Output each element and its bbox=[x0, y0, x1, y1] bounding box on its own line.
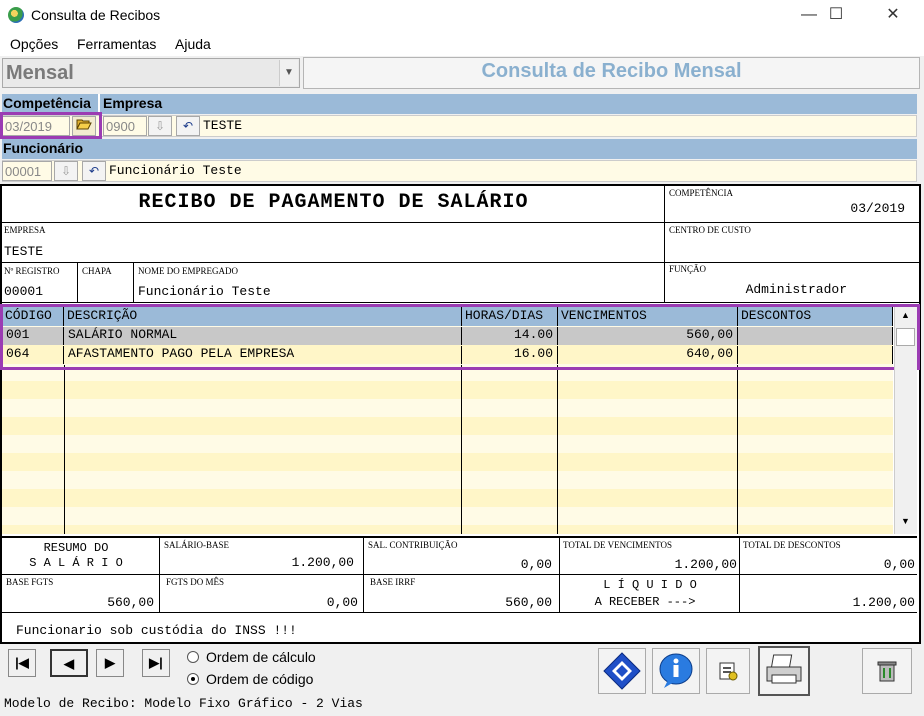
competencia-highlight bbox=[0, 112, 102, 139]
export-icon[interactable] bbox=[706, 648, 750, 694]
radio-ordem-codigo[interactable] bbox=[187, 673, 199, 685]
funcionario-header-bar bbox=[2, 139, 917, 159]
window-title: Consulta de Recibos bbox=[31, 7, 161, 23]
total-desc-value: 0,00 bbox=[883, 557, 915, 572]
total-desc-caption: TOTAL DE DESCONTOS bbox=[743, 540, 841, 550]
receipt-empresa: TESTE bbox=[4, 244, 44, 259]
undo-icon[interactable]: ↶ bbox=[82, 161, 106, 181]
receipt-message: Funcionario sob custódia do INSS !!! bbox=[16, 623, 297, 638]
menu-bar: Opções Ferramentas Ajuda bbox=[0, 32, 924, 56]
radio-ordem-calculo[interactable] bbox=[187, 651, 199, 663]
menu-ajuda[interactable]: Ajuda bbox=[175, 36, 211, 52]
base-fgts-value: 560,00 bbox=[107, 595, 154, 610]
download-icon[interactable]: ⇩ bbox=[54, 161, 78, 181]
empresa-cell bbox=[2, 223, 665, 263]
total-venc-value: 1.200,00 bbox=[674, 557, 737, 572]
receipt-registro: 00001 bbox=[4, 284, 44, 299]
info-icon[interactable] bbox=[652, 648, 700, 694]
download-icon[interactable]: ⇩ bbox=[148, 116, 172, 136]
funcao-caption: FUNÇÃO bbox=[669, 264, 707, 274]
undo-icon[interactable]: ↶ bbox=[176, 116, 200, 136]
fgts-mes-value: 0,00 bbox=[326, 595, 358, 610]
liquido-line1: L Í Q U I D O bbox=[603, 578, 697, 592]
chapa-caption: CHAPA bbox=[82, 266, 112, 276]
page-title: Consulta de Recibo Mensal bbox=[481, 60, 742, 82]
ordem-codigo-label: Ordem de código bbox=[206, 671, 314, 687]
resumo-line2: S A L Á R I O bbox=[29, 556, 123, 570]
receipt-nome: Funcionário Teste bbox=[138, 284, 271, 299]
next-record-icon[interactable]: ▶ bbox=[96, 649, 124, 677]
base-irrf-caption: BASE IRRF bbox=[370, 577, 416, 587]
funcionario-name: Funcionário Teste bbox=[109, 163, 242, 178]
nome-caption: NOME DO EMPREGADO bbox=[138, 266, 239, 276]
close-button[interactable]: ✕ bbox=[870, 0, 916, 32]
base-fgts-caption: BASE FGTS bbox=[6, 577, 54, 587]
empresa-code-input[interactable]: 0900 bbox=[103, 116, 147, 136]
funcionario-label: Funcionário bbox=[3, 140, 84, 156]
previous-record-icon[interactable]: ◀ bbox=[50, 649, 88, 677]
resumo-line1: RESUMO DO bbox=[43, 541, 109, 555]
ordem-calculo-label: Ordem de cálculo bbox=[206, 649, 316, 665]
receipt-funcao: Administrador bbox=[745, 282, 847, 297]
liquido-line2: A RECEBER ---> bbox=[594, 595, 696, 609]
competencia-caption: COMPETÊNCIA bbox=[669, 188, 734, 198]
funcionario-code-input[interactable]: 00001 bbox=[2, 161, 52, 181]
salario-base-value: 1.200,00 bbox=[291, 555, 354, 570]
liquido-value: 1.200,00 bbox=[852, 595, 915, 610]
competencia-label: Competência bbox=[3, 95, 91, 111]
navigate-icon[interactable] bbox=[598, 648, 646, 694]
app-icon bbox=[8, 7, 24, 23]
menu-opcoes[interactable]: Opções bbox=[10, 36, 58, 52]
receipt-title: RECIBO DE PAGAMENTO DE SALÁRIO bbox=[138, 191, 529, 214]
last-record-icon[interactable]: ▶| bbox=[142, 649, 170, 677]
empresa-caption: EMPRESA bbox=[4, 225, 46, 235]
empresa-name: TESTE bbox=[203, 118, 243, 133]
base-irrf-value: 560,00 bbox=[505, 595, 552, 610]
salario-base-caption: SALÁRIO-BASE bbox=[164, 540, 230, 550]
sal-contrib-caption: SAL. CONTRIBUIÇÃO bbox=[368, 540, 458, 550]
receipt-competencia: 03/2019 bbox=[850, 201, 905, 216]
scroll-down-icon[interactable]: ▼ bbox=[896, 516, 915, 532]
fgts-mes-caption: FGTS DO MÊS bbox=[166, 577, 225, 587]
first-record-icon[interactable]: |◀ bbox=[8, 649, 36, 677]
total-venc-caption: TOTAL DE VENCIMENTOS bbox=[563, 540, 672, 550]
sal-contrib-value: 0,00 bbox=[520, 557, 552, 572]
receipt-model: Modelo de Recibo: Modelo Fixo Gráfico - … bbox=[4, 696, 363, 711]
mode-select-value: Mensal bbox=[6, 62, 74, 84]
menu-ferramentas[interactable]: Ferramentas bbox=[77, 36, 156, 52]
scroll-thumb[interactable] bbox=[896, 328, 915, 346]
empresa-label: Empresa bbox=[103, 95, 163, 111]
scroll-up-icon[interactable]: ▲ bbox=[896, 310, 915, 326]
maximize-button[interactable]: ☐ bbox=[813, 0, 859, 32]
trash-icon[interactable] bbox=[862, 648, 912, 694]
registro-caption: Nº REGISTRO bbox=[4, 266, 60, 276]
items-highlight bbox=[0, 304, 920, 370]
chevron-down-icon[interactable]: ▼ bbox=[279, 60, 298, 86]
printer-icon[interactable] bbox=[758, 646, 810, 696]
centro-custo-caption: CENTRO DE CUSTO bbox=[669, 225, 751, 235]
